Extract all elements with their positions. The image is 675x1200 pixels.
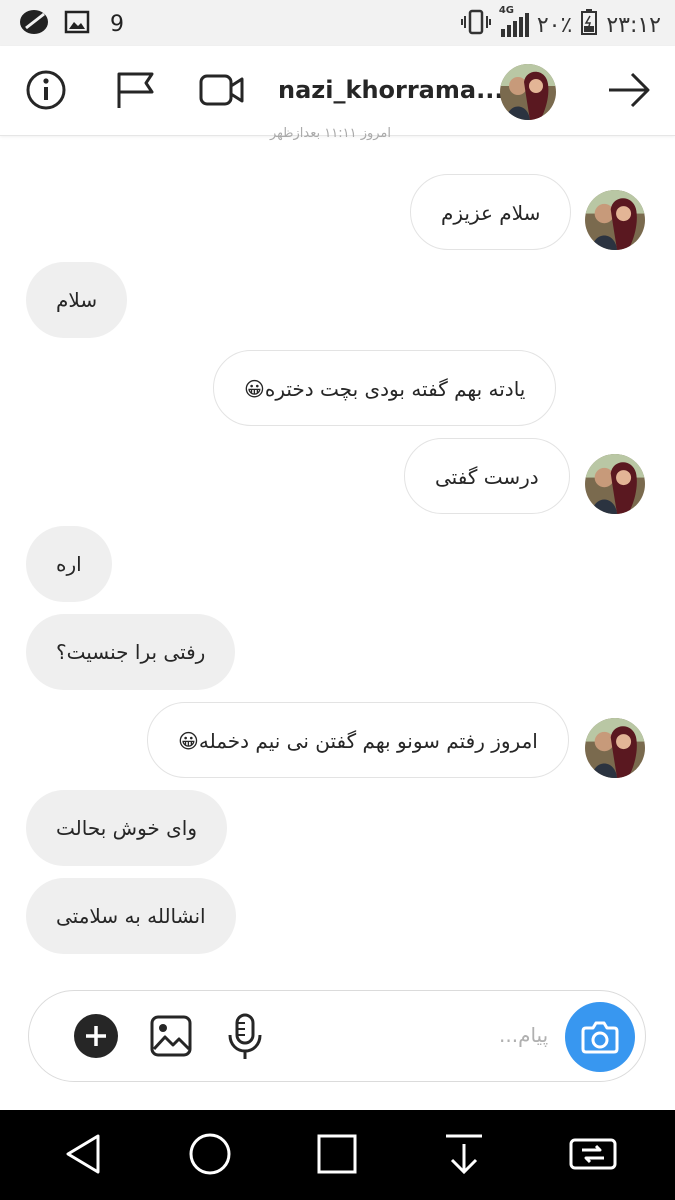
message-composer: پیام... [28,990,646,1082]
image-notification-icon [64,10,90,38]
chat-header: nazi_khorrama... [0,46,675,136]
message-bubble[interactable]: سلام عزیزم [410,174,572,250]
message-bubble[interactable]: رفتی برا جنسیت؟ [26,614,236,690]
message-bubble[interactable]: یادته بهم گفته بودی بچت دختره😀 [213,350,557,426]
battery-percent: ٢٠٪ [536,12,573,38]
sender-avatar[interactable] [585,718,645,778]
microphone-icon[interactable] [225,1013,265,1065]
sender-avatar[interactable] [585,190,645,250]
notification-count: 9 [110,11,124,37]
android-nav-bar [0,1110,675,1200]
sender-avatar[interactable] [585,454,645,514]
gallery-icon[interactable] [149,1013,193,1063]
message-bubble[interactable]: وای خوش بحالت [26,790,227,866]
home-icon[interactable] [188,1132,232,1180]
battery-icon [580,8,598,42]
app-notification-icon [18,8,50,40]
message-thread: سلام عزیزم سلام یادته بهم گفته بودی بچت … [0,136,675,986]
profile-avatar[interactable] [500,64,556,120]
back-arrow-icon[interactable] [606,68,652,116]
message-bubble[interactable]: امروز رفتم سونو بهم گفتن نی نیم دخمله😀 [147,702,569,778]
message-bubble[interactable]: اره [26,526,112,602]
video-call-icon[interactable] [198,68,246,116]
recents-icon[interactable] [315,1132,359,1180]
camera-icon [581,1021,619,1054]
clock: ٢٣:١٢ [606,12,661,38]
signal-icon: 4G [499,5,529,39]
download-icon[interactable] [442,1132,486,1180]
message-bubble[interactable]: سلام [26,262,128,338]
message-input[interactable]: پیام... [499,1023,548,1047]
chat-username[interactable]: nazi_khorrama... [278,76,503,104]
add-icon[interactable] [73,1013,119,1063]
status-bar: 9 4G ٢٠٪ ٢٣:١٢ [0,0,675,46]
info-icon[interactable] [24,68,68,116]
flag-icon[interactable] [112,68,158,116]
message-bubble[interactable]: انشالله به سلامتی [26,878,236,954]
message-bubble[interactable]: درست گفتی [404,438,570,514]
camera-button[interactable] [565,1002,635,1072]
vibrate-icon [460,9,491,41]
switch-icon[interactable] [568,1132,618,1180]
back-icon[interactable] [62,1132,106,1180]
